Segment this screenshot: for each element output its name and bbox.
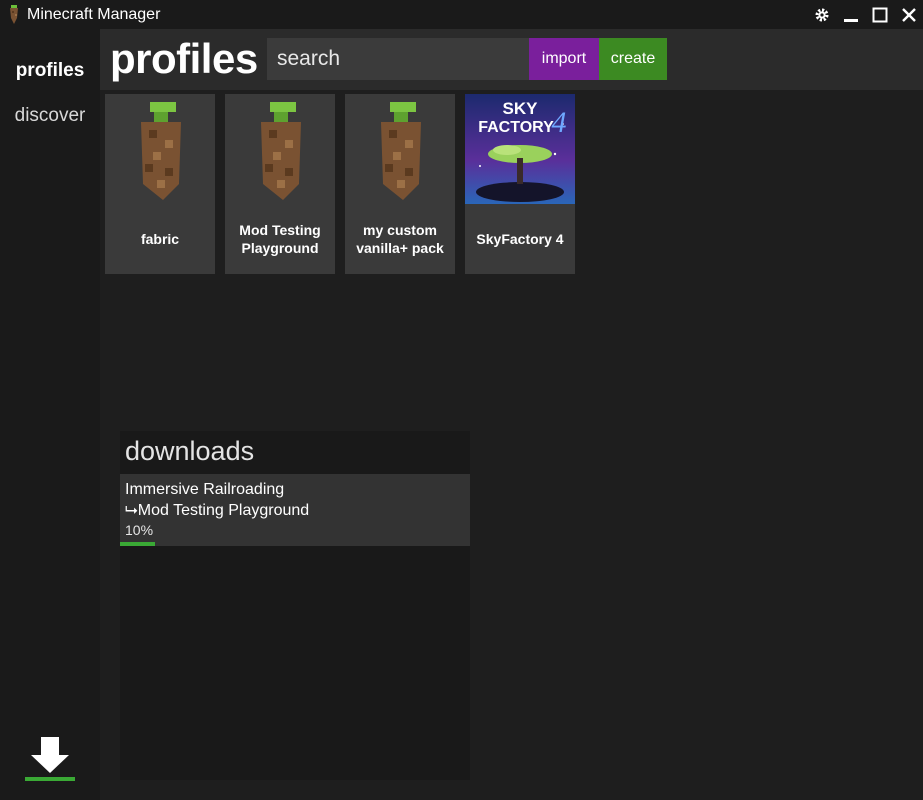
profile-card-mod-testing-playground[interactable]: Mod Testing Playground (225, 94, 335, 274)
profile-card-skyfactory-4[interactable]: SKY FACTORY 4 SkyFactory 4 (465, 94, 575, 274)
sidebar-item-profiles[interactable]: profiles (0, 60, 100, 82)
import-button[interactable]: import (529, 38, 599, 80)
maximize-button[interactable] (865, 0, 894, 29)
profiles-grid: fabric Mod Testing Playground my custom … (100, 90, 923, 800)
skyfactory-logo-text: SKY (503, 99, 539, 118)
download-progress-fill (120, 542, 155, 546)
download-progress-bar (120, 542, 470, 546)
close-button[interactable] (894, 0, 923, 29)
sidebar-item-discover[interactable]: discover (0, 105, 100, 127)
downloads-indicator (25, 777, 75, 781)
tree-icon (10, 4, 18, 24)
page-title: profiles (110, 35, 258, 82)
skyfactory-logo: SKY FACTORY 4 (465, 94, 575, 204)
gear-icon (815, 8, 828, 21)
download-target-profile: ⮡Mod Testing Playground (125, 502, 310, 519)
profile-name: fabric (140, 231, 180, 247)
close-icon (901, 7, 916, 22)
downloads-title: downloads (125, 436, 255, 466)
svg-text:4: 4 (552, 106, 567, 139)
grass-tree-icon (141, 102, 181, 200)
download-icon (31, 737, 69, 773)
title-bar: Minecraft Manager (0, 0, 923, 29)
profile-card-fabric[interactable]: fabric (105, 94, 215, 274)
profile-name: my custom vanilla+ pack (356, 222, 444, 256)
create-button[interactable]: create (599, 38, 667, 80)
profile-card-my-custom-vanilla-pack[interactable]: my custom vanilla+ pack (345, 94, 455, 274)
minimize-icon (843, 18, 858, 22)
maximize-icon (872, 7, 887, 22)
download-name: Immersive Railroading (125, 481, 285, 498)
search-input[interactable] (267, 38, 529, 80)
grass-tree-icon (381, 102, 421, 200)
settings-button[interactable] (807, 0, 836, 29)
window-title: Minecraft Manager (27, 5, 161, 23)
downloads-button[interactable] (25, 735, 75, 781)
minimize-button[interactable] (836, 0, 865, 29)
sidebar: profiles discover (0, 29, 100, 800)
download-item[interactable]: Immersive Railroading ⮡Mod Testing Playg… (120, 474, 470, 546)
downloads-panel: downloads Immersive Railroading ⮡Mod Tes… (120, 431, 470, 780)
header: profiles import create (100, 29, 923, 90)
svg-text:FACTORY: FACTORY (478, 119, 554, 136)
profile-name: SkyFactory 4 (476, 231, 564, 247)
grass-tree-icon (261, 102, 301, 200)
download-percent: 10% (125, 522, 154, 538)
profile-name: Mod Testing Playground (239, 222, 321, 256)
window-controls (807, 0, 923, 29)
